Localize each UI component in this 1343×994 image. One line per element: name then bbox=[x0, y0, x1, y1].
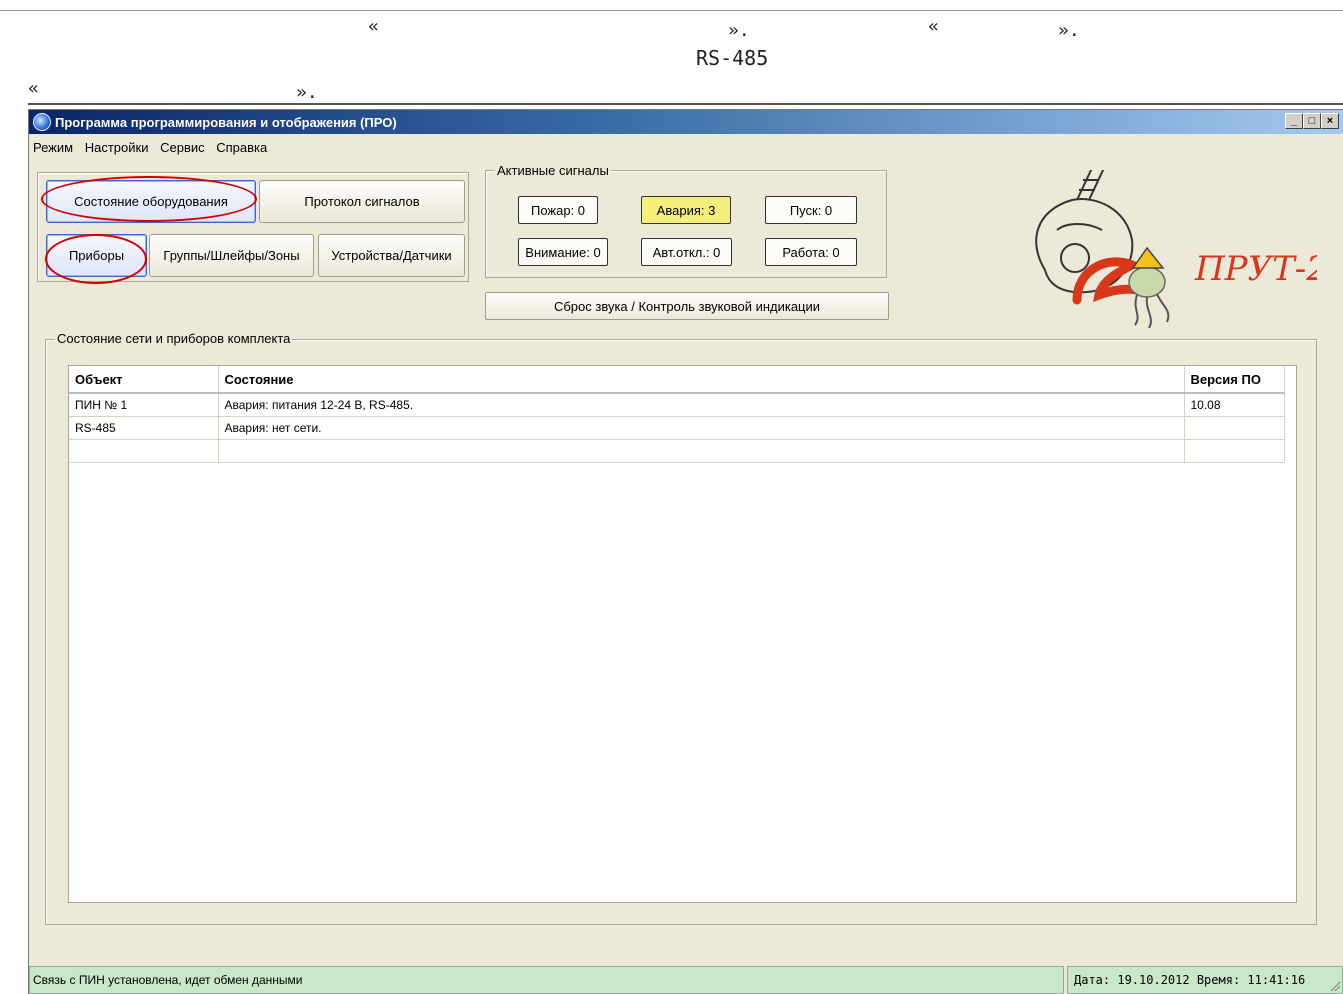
resize-grip-icon[interactable] bbox=[1330, 981, 1340, 991]
cell-object: ПИН № 1 bbox=[69, 393, 219, 417]
devices-table: Объект Состояние Версия ПО ПИН № 1 Авари… bbox=[68, 365, 1297, 903]
cell-version bbox=[1184, 439, 1285, 463]
doc-quote-open-1: « bbox=[368, 16, 379, 37]
doc-quote-open-2: « bbox=[928, 16, 939, 37]
close-icon[interactable]: × bbox=[1321, 113, 1339, 129]
document-separator bbox=[28, 103, 1343, 105]
window-title: Программа программирования и отображения… bbox=[55, 115, 397, 130]
cell-filler bbox=[1284, 393, 1296, 417]
cell-object bbox=[69, 439, 219, 463]
column-header-version[interactable]: Версия ПО bbox=[1184, 366, 1285, 394]
cell-version bbox=[1184, 416, 1285, 440]
table-row[interactable]: ПИН № 1 Авария: питания 12-24 В, RS-485.… bbox=[69, 393, 1296, 417]
column-header-filler bbox=[1284, 366, 1296, 393]
menu-item-service[interactable]: Сервис bbox=[156, 138, 209, 157]
doc-quote-close-2: ». bbox=[1058, 20, 1080, 41]
doc-quote-close-1: ». bbox=[728, 20, 750, 41]
reset-sound-button[interactable]: Сброс звука / Контроль звуковой индикаци… bbox=[485, 292, 889, 320]
table-row[interactable]: RS-485 Авария: нет сети. bbox=[69, 416, 1296, 440]
cell-filler bbox=[1284, 440, 1296, 463]
tab-equipment-state[interactable]: Состояние оборудования bbox=[46, 180, 256, 223]
document-top-rule bbox=[0, 10, 1343, 11]
table-row[interactable] bbox=[69, 439, 1296, 463]
prut2-logo: ПРУТ-2 bbox=[1017, 167, 1328, 330]
cell-state bbox=[218, 439, 1185, 463]
menu-bar: Режим Настройки Сервис Справка bbox=[29, 138, 271, 158]
app-window: Программа программирования и отображения… bbox=[28, 109, 1343, 994]
auto-off-counter[interactable]: Авт.откл.: 0 bbox=[641, 238, 732, 266]
active-signals-caption: Активные сигналы bbox=[495, 163, 611, 178]
tab-sensors[interactable]: Устройства/Датчики bbox=[318, 234, 465, 277]
work-counter[interactable]: Работа: 0 bbox=[765, 238, 857, 266]
title-bar[interactable]: Программа программирования и отображения… bbox=[29, 110, 1343, 134]
connection-status: Связь с ПИН установлена, идет обмен данн… bbox=[29, 966, 1064, 994]
tab-groups[interactable]: Группы/Шлейфы/Зоны bbox=[149, 234, 314, 277]
app-icon bbox=[33, 113, 51, 131]
alarm-counter[interactable]: Авария: 3 bbox=[641, 196, 731, 224]
datetime-text: Дата: 19.10.2012 Время: 11:41:16 bbox=[1074, 973, 1306, 987]
column-header-object[interactable]: Объект bbox=[69, 366, 219, 394]
status-bar: Связь с ПИН установлена, идет обмен данн… bbox=[29, 966, 1343, 994]
window-controls: _ □ × bbox=[1285, 113, 1339, 129]
datetime-status: Дата: 19.10.2012 Время: 11:41:16 bbox=[1067, 966, 1343, 994]
fire-counter[interactable]: Пожар: 0 bbox=[518, 196, 598, 224]
start-counter[interactable]: Пуск: 0 bbox=[765, 196, 857, 224]
maximize-icon[interactable]: □ bbox=[1303, 113, 1321, 129]
column-header-state[interactable]: Состояние bbox=[218, 366, 1185, 394]
doc-quote-open-3: « bbox=[28, 78, 39, 99]
cell-state: Авария: питания 12-24 В, RS-485. bbox=[218, 393, 1185, 417]
minimize-icon[interactable]: _ bbox=[1285, 113, 1303, 129]
attention-counter[interactable]: Внимание: 0 bbox=[518, 238, 608, 266]
menu-item-help[interactable]: Справка bbox=[212, 138, 271, 157]
cell-version: 10.08 bbox=[1184, 393, 1285, 417]
cell-filler bbox=[1284, 417, 1296, 440]
doc-quote-close-3: ». bbox=[296, 82, 318, 103]
menu-item-settings[interactable]: Настройки bbox=[81, 138, 153, 157]
cell-state: Авария: нет сети. bbox=[218, 416, 1185, 440]
network-state-caption: Состояние сети и приборов комплекта bbox=[55, 331, 293, 346]
doc-rs485: RS-485 bbox=[696, 46, 769, 70]
tab-signal-log[interactable]: Протокол сигналов bbox=[259, 180, 465, 223]
svg-text:ПРУТ-2: ПРУТ-2 bbox=[1194, 249, 1317, 289]
tab-devices[interactable]: Приборы bbox=[46, 234, 147, 277]
table-header-row: Объект Состояние Версия ПО bbox=[69, 366, 1296, 394]
cell-object: RS-485 bbox=[69, 416, 219, 440]
menu-item-mode[interactable]: Режим bbox=[29, 138, 77, 157]
